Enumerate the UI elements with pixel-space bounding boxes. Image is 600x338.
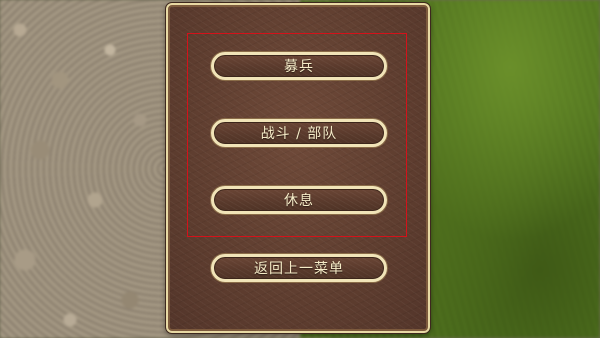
- recruit-button[interactable]: 募兵: [211, 52, 387, 80]
- game-scene: 募兵 战斗 / 部队 休息 返回上一菜单: [0, 0, 600, 338]
- rest-button[interactable]: 休息: [211, 186, 387, 214]
- recruit-button-label: 募兵: [284, 59, 314, 75]
- battle-troops-button-label: 战斗 / 部队: [260, 126, 338, 142]
- rest-button-label: 休息: [284, 193, 314, 209]
- back-to-previous-menu-button[interactable]: 返回上一菜单: [211, 254, 387, 282]
- back-button-label: 返回上一菜单: [254, 261, 344, 277]
- battle-troops-button[interactable]: 战斗 / 部队: [211, 119, 387, 147]
